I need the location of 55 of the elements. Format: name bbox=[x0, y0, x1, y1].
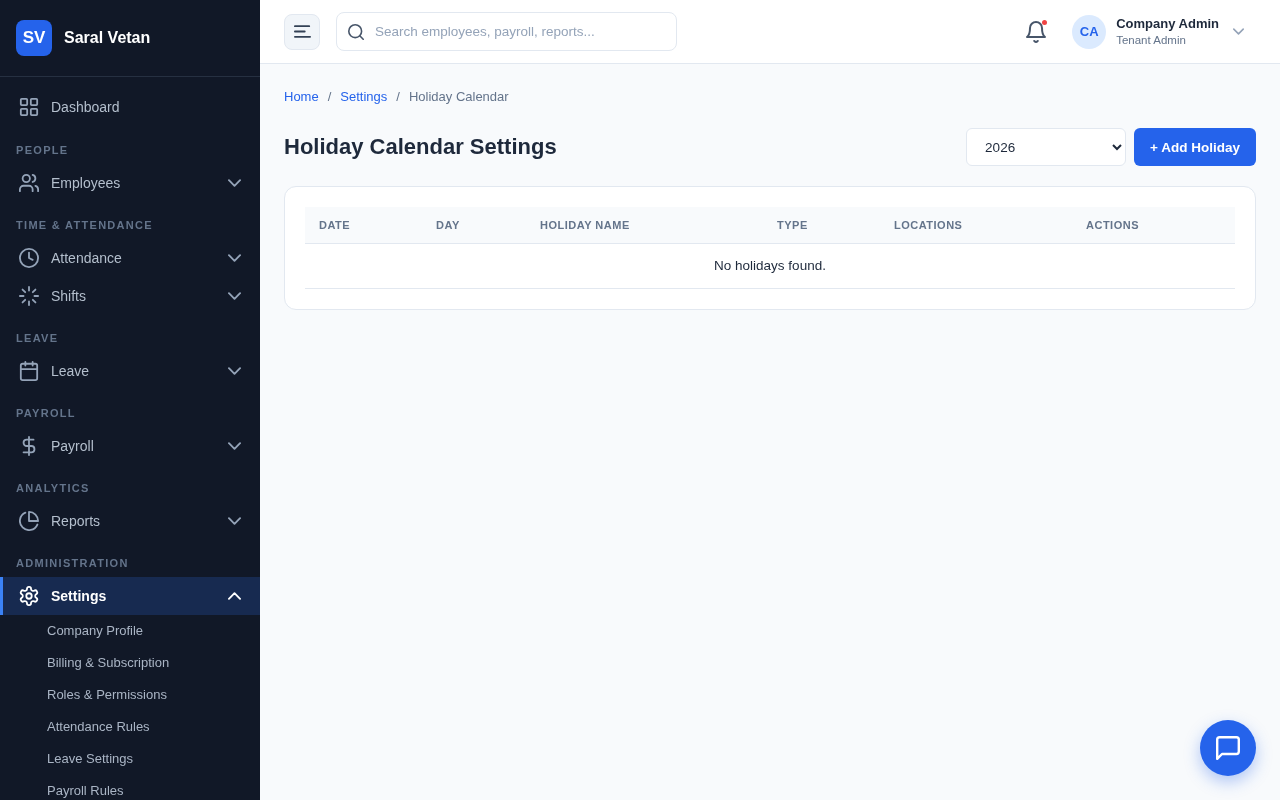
column-header: HOLIDAY NAME bbox=[526, 207, 763, 243]
section-heading: LEAVE bbox=[16, 331, 59, 346]
column-header: DAY bbox=[422, 207, 526, 243]
submenu-link[interactable]: Attendance Rules bbox=[47, 711, 150, 743]
app-logo: SV bbox=[16, 19, 52, 56]
submenu-link[interactable]: Payroll Rules bbox=[47, 775, 124, 800]
submenu-link[interactable]: Billing & Subscription bbox=[47, 647, 170, 679]
users-icon bbox=[19, 173, 39, 193]
chat-icon bbox=[1216, 736, 1240, 760]
nav-item[interactable]: Shifts bbox=[0, 277, 260, 315]
nav-item[interactable]: Leave bbox=[0, 352, 260, 390]
nav-item[interactable]: Dashboard bbox=[0, 88, 260, 126]
nav-item[interactable]: Reports bbox=[0, 502, 260, 540]
submenu-link[interactable]: Roles & Permissions bbox=[47, 679, 167, 711]
breadcrumb-separator: / bbox=[327, 88, 332, 106]
section-heading: ANALYTICS bbox=[16, 481, 90, 496]
column-header: ACTIONS bbox=[1072, 207, 1235, 243]
search-icon bbox=[348, 24, 364, 40]
column-header: DATE bbox=[305, 207, 422, 243]
breadcrumb-separator: / bbox=[396, 88, 400, 106]
page-title: Holiday Calendar Settings bbox=[284, 134, 557, 160]
settings-icon bbox=[19, 586, 39, 606]
clock-icon bbox=[19, 248, 39, 268]
bell-icon[interactable] bbox=[1026, 20, 1047, 43]
column-header: LOCATIONS bbox=[880, 207, 1072, 243]
nav-item[interactable]: Attendance bbox=[0, 239, 260, 277]
section-heading: TIME & ATTENDANCE bbox=[16, 218, 153, 233]
search-field[interactable]: Search employees, payroll, reports... bbox=[336, 12, 677, 51]
add-holiday-button[interactable]: + Add Holiday bbox=[1134, 128, 1256, 166]
user-avatar: CA bbox=[1072, 14, 1107, 49]
pie-chart-icon bbox=[19, 511, 39, 531]
user-name: Company Admin bbox=[1116, 15, 1219, 32]
column-header: TYPE bbox=[763, 207, 880, 243]
chat-button[interactable] bbox=[1200, 720, 1256, 776]
breadcrumb-link[interactable]: Settings bbox=[340, 88, 388, 106]
nav-item[interactable]: Payroll bbox=[0, 427, 260, 465]
menu-button[interactable] bbox=[284, 13, 320, 50]
breadcrumb-current: Holiday Calendar bbox=[408, 88, 509, 106]
nav-item[interactable]: Employees bbox=[0, 164, 260, 202]
section-heading: ADMINISTRATION bbox=[16, 556, 129, 571]
chevron-down-icon[interactable] bbox=[1233, 28, 1244, 35]
section-heading: PAYROLL bbox=[16, 406, 76, 421]
grid-icon bbox=[19, 97, 39, 117]
calendar-icon bbox=[19, 361, 39, 381]
app-name: Saral Vetan bbox=[64, 28, 151, 47]
submenu-link[interactable]: Leave Settings bbox=[47, 743, 133, 775]
nav-item[interactable]: Settings bbox=[0, 577, 260, 615]
empty-message: No holidays found. bbox=[305, 243, 1235, 288]
breadcrumb-link[interactable]: Home bbox=[284, 88, 319, 106]
menu-icon bbox=[293, 25, 311, 38]
section-heading: PEOPLE bbox=[16, 143, 69, 158]
spinner-icon bbox=[19, 286, 39, 306]
user-role: Tenant Admin bbox=[1116, 33, 1187, 48]
submenu-link[interactable]: Company Profile bbox=[47, 615, 144, 647]
year-select[interactable]: 2026 bbox=[966, 128, 1127, 166]
